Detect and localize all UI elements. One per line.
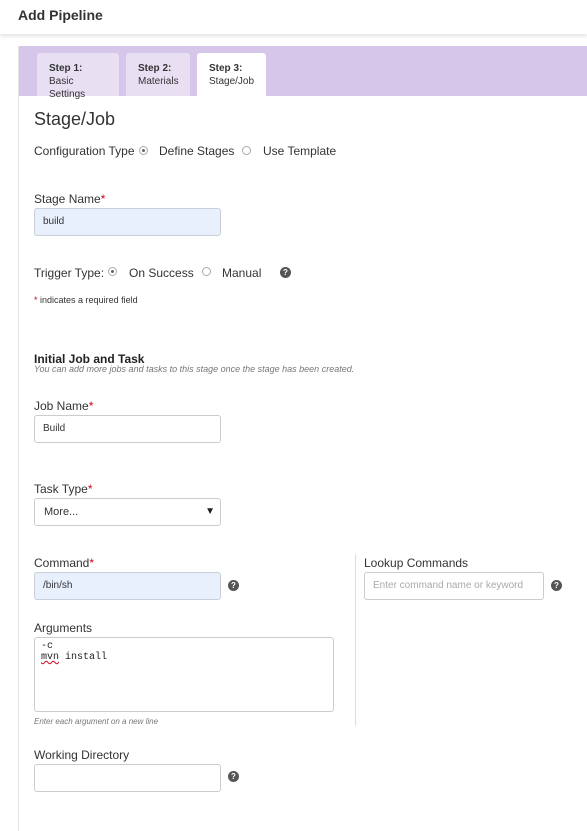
lookup-commands-input[interactable]: Enter command name or keyword	[364, 572, 544, 600]
command-help-icon[interactable]: ?	[228, 580, 239, 591]
arguments-hint: Enter each argument on a new line	[34, 717, 159, 726]
required-asterisk: *	[87, 482, 93, 496]
required-note-asterisk: *	[34, 295, 38, 305]
trigger-type-label: Trigger Type:	[34, 266, 105, 280]
manual-label[interactable]: Manual	[222, 266, 261, 280]
arguments-line-2-word: mvn	[41, 652, 60, 663]
task-type-select[interactable]: More... ▼	[34, 498, 221, 526]
arguments-line-2-rest: install	[59, 652, 108, 663]
task-type-label: Task Type*	[34, 482, 92, 496]
manual-radio[interactable]	[202, 267, 211, 276]
required-note-text: indicates a required field	[40, 295, 138, 305]
use-template-radio[interactable]	[242, 146, 251, 155]
command-input[interactable]: /bin/sh	[34, 572, 221, 600]
chevron-down-icon: ▼	[205, 506, 215, 517]
config-type-label: Configuration Type	[34, 144, 135, 158]
lookup-commands-label: Lookup Commands	[364, 556, 469, 570]
lookup-placeholder: Enter command name or keyword	[373, 580, 524, 591]
stage-name-label: Stage Name*	[34, 192, 105, 206]
arguments-line-1: -c	[41, 641, 54, 652]
job-name-input[interactable]: Build	[34, 415, 221, 443]
wizard-panel: Step 1: Basic Settings Step 2: Materials…	[18, 46, 587, 831]
initial-job-subtitle: You can add more jobs and tasks to this …	[34, 364, 355, 374]
job-name-label-text: Job Name	[34, 399, 89, 413]
working-directory-label: Working Directory	[34, 748, 130, 762]
section-title: Stage/Job	[34, 109, 116, 129]
tab-step-2[interactable]: Step 2: Materials	[126, 53, 190, 96]
tab-step-3[interactable]: Step 3: Stage/Job	[197, 53, 266, 96]
page-header: Add Pipeline	[0, 0, 587, 34]
on-success-label[interactable]: On Success	[129, 266, 194, 280]
stage-name-label-text: Stage Name	[34, 192, 101, 206]
lookup-help-icon[interactable]: ?	[551, 580, 562, 591]
required-asterisk: *	[100, 192, 106, 206]
define-stages-label[interactable]: Define Stages	[159, 144, 234, 158]
required-asterisk: *	[88, 399, 94, 413]
task-type-selected-value: More...	[44, 506, 79, 518]
tab-step-1[interactable]: Step 1: Basic Settings	[37, 53, 119, 100]
trigger-help-icon[interactable]: ?	[280, 267, 291, 278]
command-label: Command*	[34, 556, 94, 570]
job-name-label: Job Name*	[34, 399, 93, 413]
column-divider	[355, 554, 356, 726]
tab-step-3-label: Stage/Job	[209, 76, 255, 87]
tab-step-1-number: Step 1:	[49, 63, 83, 74]
page-header-title: Add Pipeline	[18, 7, 103, 23]
required-note: * indicates a required field	[34, 295, 138, 305]
tab-step-2-label: Materials	[138, 76, 179, 87]
required-asterisk: *	[89, 556, 95, 570]
stage-name-input[interactable]: build	[34, 208, 221, 236]
step-tabs: Step 1: Basic Settings Step 2: Materials…	[19, 46, 587, 100]
tab-step-1-label: Basic Settings	[49, 76, 86, 100]
task-type-label-text: Task Type	[34, 482, 88, 496]
use-template-label[interactable]: Use Template	[263, 144, 336, 158]
tab-step-3-number: Step 3:	[209, 63, 243, 74]
arguments-label: Arguments	[34, 621, 93, 635]
arguments-textarea[interactable]: -c mvn install	[34, 637, 334, 712]
working-directory-input[interactable]	[34, 764, 221, 792]
working-directory-help-icon[interactable]: ?	[228, 771, 239, 782]
on-success-radio[interactable]	[108, 267, 117, 276]
define-stages-radio[interactable]	[139, 146, 148, 155]
tab-step-2-number: Step 2:	[138, 63, 172, 74]
command-label-text: Command	[34, 556, 90, 570]
